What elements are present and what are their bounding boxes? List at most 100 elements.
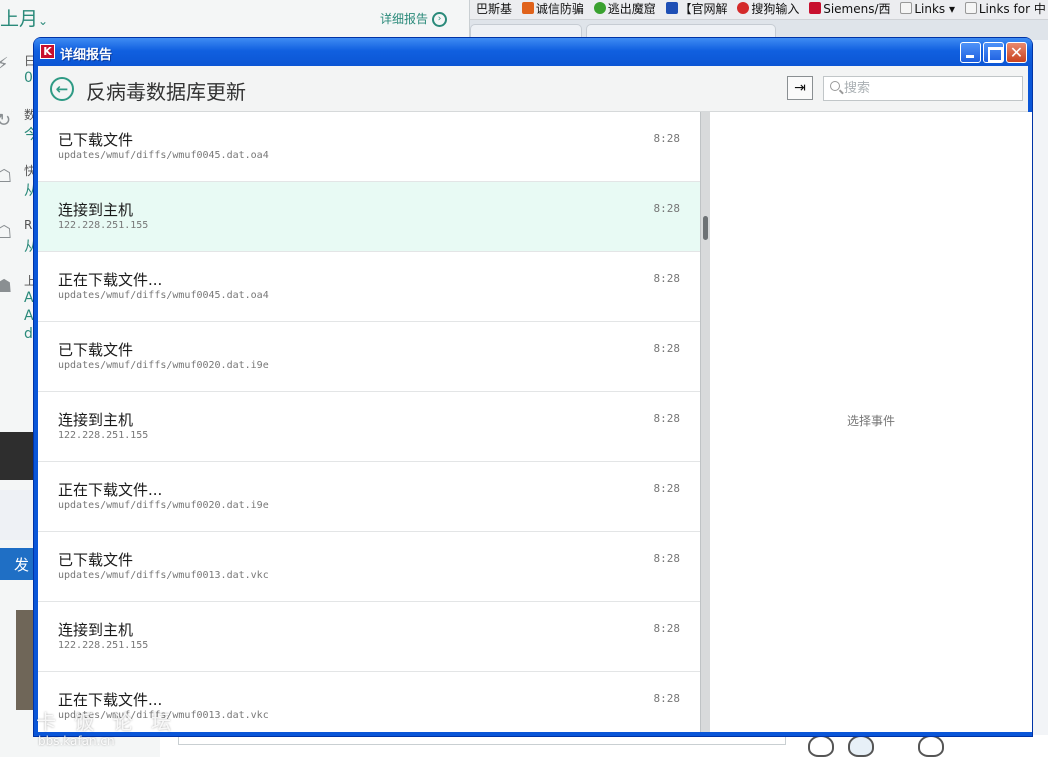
event-row[interactable]: 已下载文件 updates/wmuf/diffs/wmuf0020.dat.i9… [38,322,700,392]
event-title: 连接到主机 [58,201,134,219]
event-detail: updates/wmuf/diffs/wmuf0020.dat.i9e [58,500,269,511]
event-time: 8:28 [653,552,681,565]
event-title: 已下载文件 [58,131,134,149]
window-content: ← 反病毒数据库更新 ⇥ 已下载文件 updates/wmuf/diffs/wm… [38,66,1032,732]
event-title: 已下载文件 [58,551,134,569]
event-list[interactable]: 已下载文件 updates/wmuf/diffs/wmuf0045.dat.oa… [38,112,700,732]
minimize-button[interactable] [960,42,981,63]
report-header: ← 反病毒数据库更新 ⇥ [38,66,1028,112]
kaspersky-app-icon: K [40,44,55,59]
event-time: 8:28 [653,272,681,285]
background-strip [0,490,36,540]
chevron-down-icon: ⌄ [38,14,49,28]
back-button[interactable]: ← [50,77,74,101]
bookmark-label: Links ▾ [914,2,956,16]
browser-tab-strip [470,20,1048,40]
bookmark-label: Links for 中 ▾ [978,2,1048,16]
sogou-icon [737,2,750,14]
send-button[interactable]: 发 [0,548,36,580]
bg-row-value: 0 [24,70,33,86]
bookmark-label: 【官网解 [679,2,728,16]
event-detail: 122.228.251.155 [58,640,149,651]
month-selector[interactable]: 上月⌄ [0,4,48,31]
bg-row-value: A [24,308,34,324]
event-row[interactable]: 已下载文件 updates/wmuf/diffs/wmuf0013.dat.vk… [38,532,700,602]
bookmark-item[interactable]: 【官网解 [665,0,728,18]
window-title: 详细报告 [60,48,113,63]
bg-row-value: d [24,326,33,342]
detail-report-link-label: 详细报告 [380,12,429,26]
user-icon: ☖ [0,166,12,187]
background-right-edge [1032,40,1048,757]
search-icon [830,81,840,91]
export-button[interactable]: ⇥ [787,76,813,100]
siemens-icon [809,2,822,14]
maximize-icon [984,43,1003,62]
close-button[interactable]: ✕ [1006,42,1027,63]
event-title: 正在下载文件... [58,481,163,499]
bookmark-item[interactable]: 搜狗输入 [737,0,799,18]
bookmark-item[interactable]: 诚信防骗 [521,0,584,18]
month-label: 上月 [0,8,39,30]
detail-report-link[interactable]: 详细报告 › [380,10,448,27]
event-row[interactable]: 连接到主机 122.228.251.155 8:28 [38,392,700,462]
refresh-icon: ↻ [0,110,11,131]
lightning-icon: ⚡ [0,54,9,75]
event-detail: updates/wmuf/diffs/wmuf0045.dat.oa4 [58,290,269,301]
background-dark-bar [0,432,36,480]
bookmark-folder[interactable]: Links ▾ [900,0,955,18]
event-row[interactable]: 正在下载文件... updates/wmuf/diffs/wmuf0020.da… [38,462,700,532]
event-time: 8:28 [653,412,681,425]
person-icon: ☗ [0,276,12,297]
user-icon: ☖ [0,222,12,243]
event-title: 已下载文件 [58,341,134,359]
event-detail: 122.228.251.155 [58,430,149,441]
taobao-icon [521,2,534,14]
watermark-url: bbs.kafan.cn [38,734,115,748]
background-photo [16,610,36,710]
event-time: 8:28 [653,622,681,635]
bg-row-label: R [24,218,33,232]
scrollbar-thumb[interactable] [703,216,708,240]
page-title: 反病毒数据库更新 [86,80,246,104]
select-event-placeholder: 选择事件 [846,414,895,428]
event-time: 8:28 [653,132,681,145]
bookmark-label: 逃出魔窟 [607,2,656,16]
bookmark-folder[interactable]: Links for 中 ▾ [964,0,1048,18]
maximize-button[interactable] [983,42,1004,63]
emoji-icon[interactable] [918,735,944,757]
search-box[interactable] [823,76,1023,101]
bookmark-item[interactable]: Siemens/西 [809,0,891,18]
event-detail: updates/wmuf/diffs/wmuf0013.dat.vkc [58,570,269,581]
event-row[interactable]: 已下载文件 updates/wmuf/diffs/wmuf0045.dat.oa… [38,112,700,182]
export-icon: ⇥ [794,80,806,96]
event-title: 正在下载文件... [58,271,163,289]
minimize-icon [961,43,980,62]
event-title: 连接到主机 [58,411,134,429]
event-title: 连接到主机 [58,621,134,639]
bookmark-item[interactable]: 逃出魔窟 [593,0,656,18]
bookmark-label: 巴斯基 [476,2,513,16]
bookmark-item[interactable]: 巴斯基 [476,0,512,18]
event-row[interactable]: 正在下载文件... updates/wmuf/diffs/wmuf0045.da… [38,252,700,322]
event-row[interactable]: 连接到主机 122.228.251.155 8:28 [38,602,700,672]
paw-icon [665,2,678,14]
event-time: 8:28 [653,202,681,215]
event-row-selected[interactable]: 连接到主机 122.228.251.155 8:28 [38,182,700,252]
bookmark-label: 诚信防骗 [535,2,584,16]
bg-row-value: A [24,290,34,306]
event-detail-panel: 选择事件 [710,112,1032,732]
window-titlebar[interactable]: K 详细报告 ✕ [34,38,1032,66]
event-time: 8:28 [653,692,681,705]
emoji-icon[interactable] [848,735,874,757]
event-detail: 122.228.251.155 [58,220,149,231]
bookmark-label: 搜狗输入 [751,2,800,16]
event-list-scrollbar[interactable] [700,112,710,732]
search-input[interactable] [844,79,1018,98]
event-detail: updates/wmuf/diffs/wmuf0020.dat.i9e [58,360,269,371]
detail-report-window: K 详细报告 ✕ ← 反病毒数据库更新 ⇥ 已下载文件 updates/wmuf… [34,38,1032,736]
emoji-icon[interactable] [808,735,834,757]
watermark: 卡 饭 论 坛 [36,710,178,734]
chevron-right-icon: › [432,12,448,27]
folder-icon [964,2,977,14]
